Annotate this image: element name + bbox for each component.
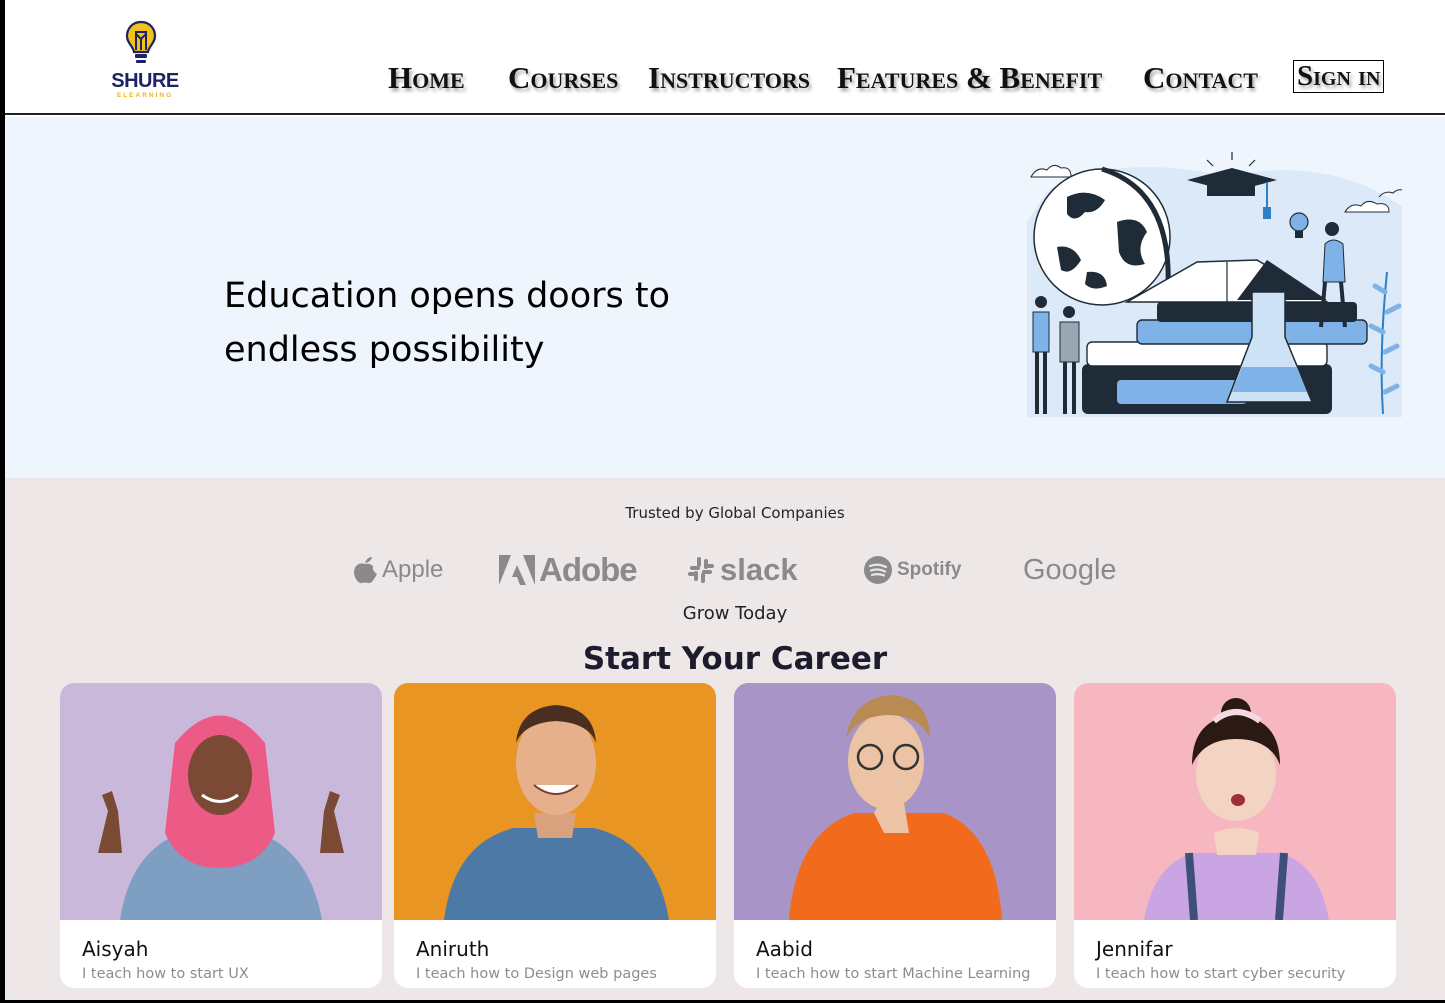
instructor-description: I teach how to Design web pages: [416, 966, 657, 982]
hero-headline: Education opens doors to endless possibi…: [224, 269, 784, 377]
instructor-card-aabid[interactable]: Aabid I teach how to start Machine Learn…: [734, 683, 1056, 988]
instructor-description: I teach how to start UX: [82, 966, 249, 982]
google-logo: Google: [1023, 553, 1117, 586]
apple-icon: [354, 557, 377, 584]
company-spotify: Spotify: [863, 550, 961, 590]
company-google: Google: [1023, 550, 1117, 590]
nav-home[interactable]: Home: [388, 60, 465, 96]
instructor-photo: [1074, 683, 1396, 920]
company-adobe: Adobe: [499, 550, 638, 590]
instructor-description: I teach how to start Machine Learning: [756, 966, 1031, 982]
instructor-card-aniruth[interactable]: Aniruth I teach how to Design web pages: [394, 683, 716, 988]
company-logos: Apple Adobe slack Spotify Google: [5, 550, 1445, 590]
career-eyebrow: Grow Today: [682, 603, 788, 624]
main-nav: Home Courses Instructors Features & Bene…: [5, 60, 1445, 100]
company-slack-label: slack: [720, 552, 798, 587]
instructor-photo: [60, 683, 382, 920]
hero-section: Education opens doors to endless possibi…: [5, 117, 1445, 478]
instructor-card-jennifar[interactable]: Jennifar I teach how to start cyber secu…: [1074, 683, 1396, 988]
career-title: Start Your Career: [582, 641, 888, 677]
instructor-name: Aisyah: [82, 937, 149, 961]
instructor-name: Aabid: [756, 937, 813, 961]
instructor-description: I teach how to start cyber security: [1096, 966, 1346, 982]
company-spotify-label: Spotify: [897, 559, 962, 580]
nav-instructors[interactable]: Instructors: [648, 60, 810, 96]
company-apple-label: Apple: [382, 556, 444, 583]
company-slack: slack: [686, 550, 798, 590]
adobe-icon: [499, 555, 535, 585]
hero-headline-line-2: endless possibility: [224, 330, 545, 370]
nav-courses[interactable]: Courses: [508, 60, 618, 96]
instructor-name: Aniruth: [416, 937, 490, 961]
hero-headline-line-1: Education opens doors to: [224, 276, 671, 316]
instructor-photo: [734, 683, 1056, 920]
nav-features-benefit[interactable]: Features & Benefit: [837, 60, 1102, 96]
company-adobe-label: Adobe: [539, 551, 638, 588]
instructor-card-aisyah[interactable]: Aisyah I teach how to start UX: [60, 683, 382, 988]
slack-icon: [688, 557, 714, 583]
site-header: SHURE ELEARNING Home Courses Instructors…: [5, 0, 1445, 115]
education-illustration: [1027, 152, 1402, 417]
instructor-name: Jennifar: [1096, 937, 1173, 961]
sign-in-button[interactable]: Sign in: [1293, 60, 1385, 93]
spotify-icon: [864, 556, 892, 584]
nav-contact[interactable]: Contact: [1143, 60, 1258, 96]
company-apple: Apple: [352, 550, 443, 590]
trusted-heading: Trusted by Global Companies: [625, 504, 845, 522]
instructor-photo: [394, 683, 716, 920]
companies-and-career-section: Trusted by Global Companies Apple Adobe: [5, 478, 1445, 1000]
